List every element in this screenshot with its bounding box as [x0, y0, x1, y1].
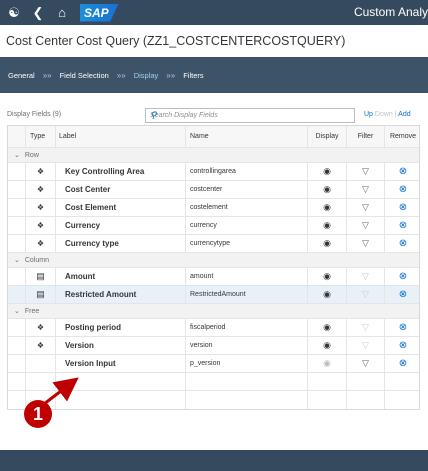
footer-bar	[0, 450, 428, 471]
callout-badge: 1	[24, 400, 52, 428]
callout-arrow	[43, 377, 79, 406]
